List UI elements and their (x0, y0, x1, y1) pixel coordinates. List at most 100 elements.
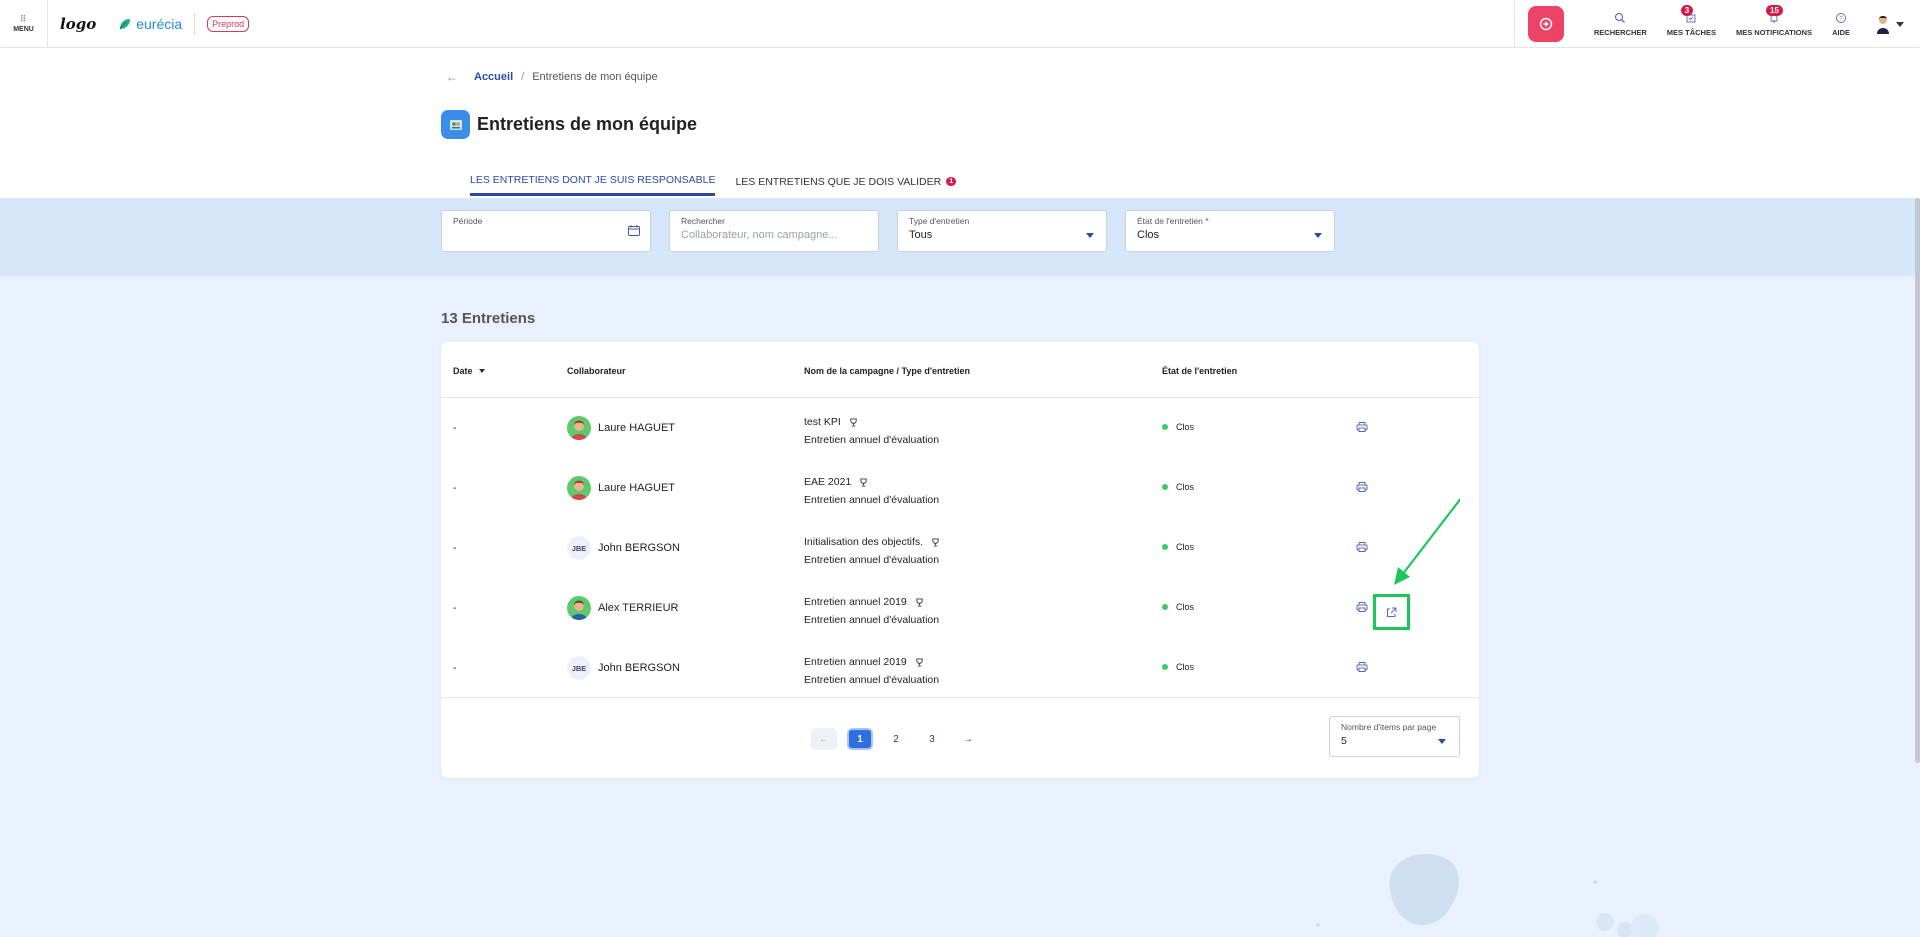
interview-type: Entretien annuel d'évaluation (804, 434, 940, 446)
page-title: Entretiens de mon équipe (477, 114, 698, 134)
trophy-icon (916, 657, 923, 667)
sort-desc-icon (478, 369, 485, 373)
interview-state-select[interactable]: État de l'entretien * Clos (1125, 210, 1335, 252)
row-campaign: Initialisation des objectifs. Entretien a… (804, 533, 940, 569)
notifications-count-badge: 15 (1765, 5, 1783, 16)
menu-grid-icon: ⠿ (19, 13, 28, 24)
menu-label: MENU (13, 25, 34, 33)
search-filter[interactable]: Rechercher Collaborateur, nom campagne..… (669, 210, 879, 252)
status-text: Clos (1176, 422, 1195, 432)
interview-type-select[interactable]: Type d'entretien Tous (897, 210, 1107, 252)
period-filter[interactable]: Période (441, 210, 651, 252)
breadcrumb-home-link[interactable]: Accueil (474, 71, 513, 83)
column-header-campaign: Nom de la campagne / Type d'entretien (804, 366, 971, 376)
page-scrollbar[interactable] (1915, 198, 1920, 763)
campaign-name: Entretien annuel 2019 (804, 656, 907, 668)
print-icon[interactable] (1356, 421, 1368, 433)
trophy-icon (860, 477, 867, 487)
eurecia-leaf-icon (119, 18, 131, 29)
collaborator-name: John BERGSON (598, 662, 680, 674)
nav-my-tasks[interactable]: 3 MES TÂCHES (1657, 0, 1726, 48)
next-page-button[interactable]: → (955, 728, 981, 750)
back-arrow-icon[interactable]: ← (446, 70, 458, 84)
menu-button[interactable]: ⠿ MENU (0, 0, 48, 48)
status-dot (1162, 484, 1168, 490)
table-row[interactable]: - Laure HAGUET EAE 2021 Entretien annuel d'… (441, 458, 1479, 518)
table-row[interactable]: - JBE John BERGSON Initialisation des objec… (441, 518, 1479, 578)
decorative-blob (1389, 854, 1459, 926)
collaborator-name: John BERGSON (598, 542, 680, 554)
collaborator-name: Laure HAGUET (598, 422, 676, 434)
nav-help[interactable]: ? AIDE (1822, 0, 1860, 48)
campaign-name: EAE 2021 (804, 476, 852, 488)
search-filter-label: Rechercher (681, 216, 725, 226)
company-logo[interactable]: logo (60, 15, 96, 33)
eurecia-brand: eurécia (118, 12, 196, 35)
nav-search-label: RECHERCHER (1593, 28, 1647, 37)
nav-help-label: AIDE (1832, 28, 1850, 37)
pagination: ← 1 2 3 → (811, 728, 981, 750)
table-row[interactable]: - Alex TERRIEUR Entretien annuel 2019 Entre… (441, 578, 1479, 638)
tabs-bar: LES ENTRETIENS DONT JE SUIS RESPONSABLE … (470, 174, 957, 196)
svg-text:?: ? (1839, 16, 1843, 22)
team-interviews-icon (441, 110, 470, 139)
print-icon[interactable] (1356, 661, 1368, 673)
nav-search[interactable]: RECHERCHER (1584, 0, 1657, 48)
items-per-page-select[interactable]: Nombre d'items par page 5 (1329, 716, 1460, 757)
items-per-page-value: 5 (1341, 735, 1347, 747)
row-state: Clos (1162, 422, 1194, 432)
page-1-button[interactable]: 1 (847, 728, 873, 750)
search-input[interactable]: Collaborateur, nom campagne... (681, 229, 867, 241)
plus-circle-icon (1539, 17, 1553, 31)
print-icon[interactable] (1356, 541, 1368, 553)
print-icon[interactable] (1356, 601, 1368, 613)
open-external-button[interactable] (1373, 594, 1410, 630)
campaign-name: Entretien annuel 2019 (804, 596, 907, 608)
table-footer: ← 1 2 3 → Nombre d'items par page 5 (441, 697, 1479, 778)
top-navigation-bar: ⠿ MENU logo eurécia Preprod RECHERCHER 3 (0, 0, 1920, 48)
tab-responsible-interviews[interactable]: LES ENTRETIENS DONT JE SUIS RESPONSABLE (470, 174, 716, 196)
trophy-icon (916, 597, 923, 607)
interview-type: Entretien annuel d'évaluation (804, 674, 940, 686)
tab-label: LES ENTRETIENS QUE JE DOIS VALIDER (735, 175, 942, 188)
nav-my-notifications[interactable]: 15 MES NOTIFICATIONS (1726, 0, 1822, 48)
nav-tasks-label: MES TÂCHES (1666, 28, 1716, 37)
interviews-table: Date Collaborateur Nom de la campagne / … (441, 342, 1479, 778)
tasks-count-badge: 3 (1680, 5, 1694, 16)
interview-type: Entretien annuel d'évaluation (804, 554, 940, 566)
collaborator-avatar (567, 596, 591, 620)
collaborator-name: Laure HAGUET (598, 482, 676, 494)
row-collaborator: Laure HAGUET (567, 416, 675, 440)
trophy-icon (932, 537, 939, 547)
user-menu[interactable] (1860, 0, 1920, 48)
page-2-button[interactable]: 2 (883, 728, 909, 750)
status-dot (1162, 604, 1168, 610)
previous-page-button[interactable]: ← (811, 728, 837, 750)
nav-notifications-label: MES NOTIFICATIONS (1735, 28, 1813, 37)
page-header: ← Accueil / Entretiens de mon équipe Ent… (0, 48, 1920, 198)
period-filter-label: Période (453, 216, 483, 226)
table-row[interactable]: - JBE John BERGSON Entretien annuel 2019 Ent… (441, 638, 1479, 698)
row-campaign: Entretien annuel 2019 Entretien annuel d'… (804, 653, 939, 689)
quick-add-button[interactable] (1527, 6, 1564, 42)
calendar-icon[interactable] (628, 225, 640, 236)
table-row[interactable]: - Laure HAGUET test KPI Entretien annuel d'… (441, 398, 1479, 458)
print-icon[interactable] (1356, 481, 1368, 493)
logo-area: logo eurécia Preprod (48, 0, 250, 48)
row-collaborator: Alex TERRIEUR (567, 596, 678, 620)
page-3-button[interactable]: 3 (919, 728, 945, 750)
column-header-date[interactable]: Date (453, 366, 485, 376)
interview-type-value: Tous (909, 229, 933, 241)
collaborator-avatar: JBE (567, 656, 591, 680)
interview-type: Entretien annuel d'évaluation (804, 614, 940, 626)
status-dot (1162, 424, 1168, 430)
tab-interviews-to-validate[interactable]: LES ENTRETIENS QUE JE DOIS VALIDER 1 (735, 174, 957, 196)
chevron-down-icon (1086, 233, 1094, 238)
row-state: Clos (1162, 482, 1194, 492)
row-state: Clos (1162, 662, 1194, 672)
row-date: - (453, 482, 457, 494)
status-text: Clos (1176, 602, 1195, 612)
campaign-name: test KPI (804, 416, 841, 428)
status-text: Clos (1176, 662, 1195, 672)
items-per-page-label: Nombre d'items par page (1341, 722, 1437, 732)
